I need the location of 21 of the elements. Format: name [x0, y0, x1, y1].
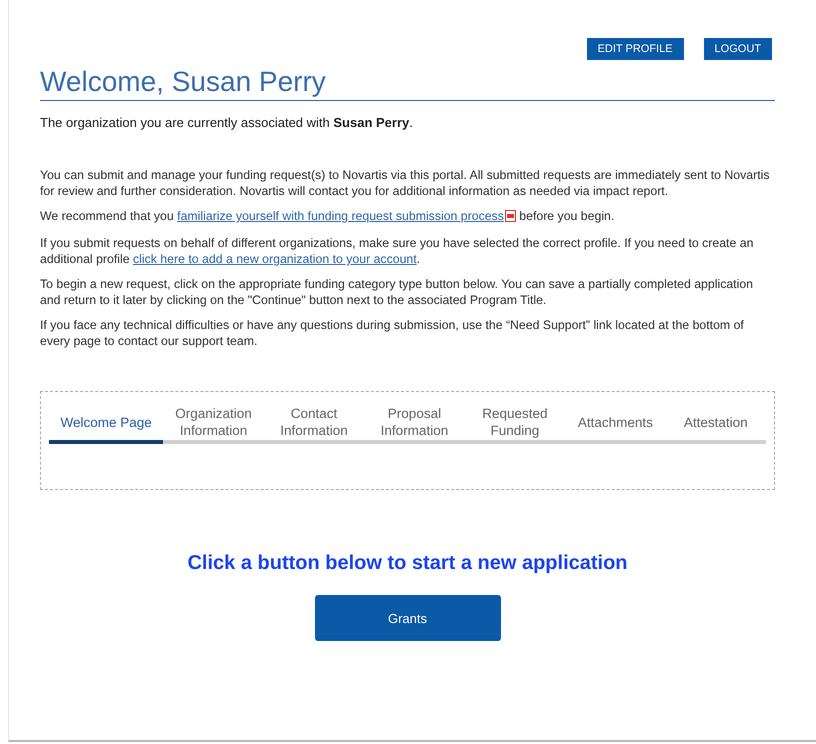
page-title: Welcome, Susan Perry	[40, 66, 775, 101]
tab[interactable]: Attestation	[666, 404, 766, 444]
tab[interactable]: Welcome Page	[49, 404, 164, 444]
tab[interactable]: Proposal Information	[364, 404, 465, 444]
header-button[interactable]: LOGOUT	[704, 38, 772, 60]
paragraph: If you face any technical difficulties or have any questions during submission, use the “Need Support” link located at the bottom of every page to contact our support team.	[40, 317, 745, 349]
header-button[interactable]: EDIT PROFILE	[586, 38, 684, 60]
pdf-icon	[504, 210, 516, 222]
tab[interactable]: Attachments	[565, 404, 666, 444]
paragraph: If you submit requests on behalf of different organizations, make sure you have selected the correct profile. If you need to create an additional profile click here to add a new organization to your account.	[40, 235, 754, 267]
organization-text: The organization you are currently associated with Susan Perry.	[40, 115, 414, 130]
paragraph: You can submit and manage your funding request(s) to Novartis via this portal. All submitted requests are immediately sent to Novartis for review and further consideration. Novartis will contact you for additional information as needed via impact report.	[40, 167, 771, 199]
grants-button[interactable]: Grants	[314, 595, 500, 641]
start-heading: Click a button below to start a new application	[186, 552, 629, 575]
paragraph: To begin a new request, click on the appropriate funding category type button below. You can save a partially completed application and return to it later by clicking on the "Continue" button next to the associated Program Title.	[40, 276, 754, 308]
tab[interactable]: Requested Funding	[464, 404, 566, 444]
paragraph: We recommend that you familiarize yourself with funding request submission process before you begin.	[40, 208, 616, 225]
link[interactable]: familiarize yourself with funding request submission process	[177, 209, 504, 223]
tab[interactable]: Organization Information	[163, 404, 264, 444]
tab[interactable]: Contact Information	[264, 404, 364, 444]
link[interactable]: click here to add a new organization to your account	[132, 252, 417, 266]
